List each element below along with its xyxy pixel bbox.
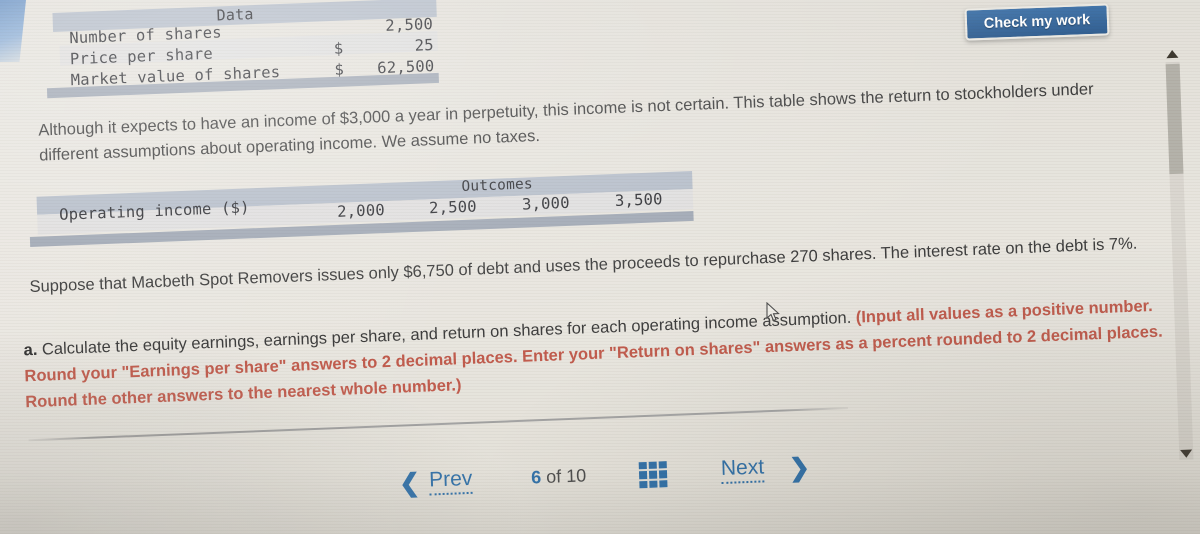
data-table: Data Number of shares Price per share Ma… (46, 0, 445, 102)
part-a-instruction: (Input all values as a positive number. … (24, 296, 1163, 412)
assignment-page: Data Number of shares Price per share Ma… (0, 0, 1200, 534)
grid-cell (648, 470, 658, 479)
scroll-up-arrow-icon[interactable] (1166, 49, 1179, 59)
outcomes-table: Outcomes Operating income ($) 2,000 2,50… (29, 170, 698, 251)
question-part-a: a. Calculate the equity earnings, earnin… (23, 292, 1170, 415)
grid-cell (658, 470, 668, 479)
outcomes-cell: 3,500 (614, 190, 663, 211)
grid-cell (639, 480, 648, 489)
current-page: 6 (530, 467, 542, 488)
table-cell-currency: $ (333, 39, 344, 58)
scrollbar-thumb[interactable] (1165, 63, 1184, 175)
mouse-cursor (766, 302, 782, 324)
table-cell-value: 25 (414, 36, 435, 55)
of-label: of (545, 466, 562, 487)
grid-cell (638, 461, 647, 470)
part-a-marker: a. (23, 340, 38, 360)
chevron-left-icon[interactable]: ❮ (399, 468, 421, 499)
data-table-header-label: Data (216, 5, 254, 25)
total-pages: 10 (565, 465, 587, 487)
prev-button[interactable]: Prev (428, 466, 473, 496)
outcomes-cell: 2,000 (336, 201, 386, 221)
grid-cell (638, 471, 648, 479)
scroll-down-arrow-icon[interactable] (1180, 449, 1193, 458)
grid-cell (648, 461, 657, 470)
grid-icon[interactable] (638, 461, 668, 489)
page-counter: 6 of 10 (531, 465, 587, 488)
next-button[interactable]: Next (720, 455, 765, 485)
grid-cell (659, 479, 668, 488)
outcomes-cell: 3,000 (521, 193, 570, 214)
outcomes-cell: 2,500 (428, 197, 478, 218)
pagination-nav: ❮ Prev 6 of 10 Next ❯ (391, 448, 822, 509)
outcomes-table-header-label: Outcomes (461, 176, 534, 196)
section-divider (28, 407, 849, 442)
check-my-work-button[interactable]: Check my work (964, 3, 1110, 41)
chevron-right-icon[interactable]: ❯ (788, 453, 810, 484)
check-my-work-label: Check my work (983, 12, 1091, 32)
grid-cell (649, 480, 658, 488)
table-cell-value: 2,500 (385, 15, 434, 35)
grid-cell (658, 461, 667, 469)
